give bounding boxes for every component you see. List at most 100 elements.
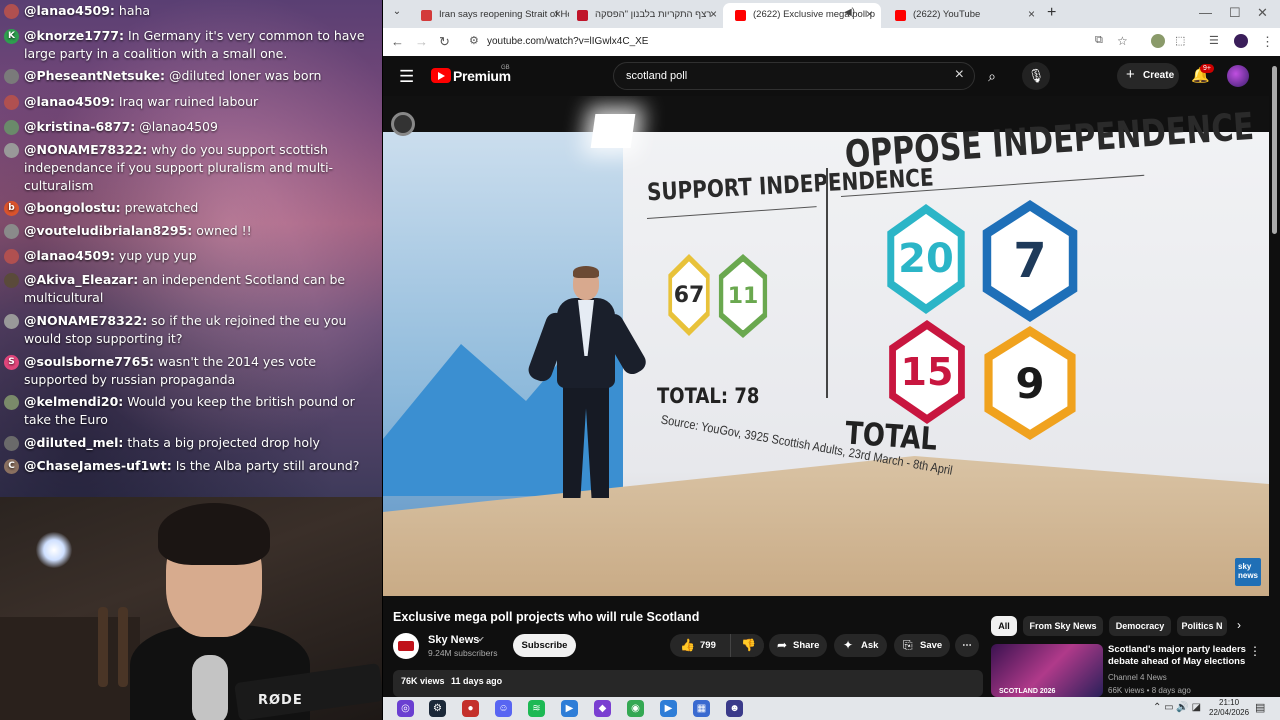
seat-count: 9 [992,336,1068,430]
tab-close-icon[interactable]: × [554,7,561,21]
forward-icon[interactable]: → [415,34,428,49]
tab-close-icon[interactable]: × [866,7,873,21]
recommended-video-thumbnail[interactable]: SCOTLAND 2026 [991,644,1103,697]
share-arrow-icon: ➦ [777,638,788,652]
chat-username: @knorze1777: [24,28,125,43]
chat-username: @ChaseJames-uf1wt: [24,458,172,473]
discord-icon[interactable]: ☺ [495,700,512,717]
tab-close-icon[interactable]: × [1028,7,1035,21]
chrome-icon[interactable]: ◉ [627,700,644,717]
chat-avatar [4,95,19,110]
spotify-icon[interactable]: ≋ [528,700,545,717]
video-player[interactable]: SUPPORT INDEPENDENCE OPPOSE INDEPENDENCE… [383,96,1269,596]
recommended-video-channel[interactable]: Channel 4 News [1108,673,1167,682]
chat-text: @diluted loner was born [168,68,322,83]
chat-username: @lanao4509: [24,3,115,18]
chat-username: @lanao4509: [24,94,115,109]
seat-count: 11 [723,261,763,331]
reload-icon[interactable]: ↻ [439,34,450,50]
voice-search-icon[interactable]: 🎙 [1022,62,1050,90]
chat-avatar [4,224,19,239]
tab-close-icon[interactable]: × [710,7,717,21]
chip-from-sky-news[interactable]: From Sky News [1023,616,1103,636]
speaker-icon[interactable]: ◀) [844,7,855,18]
seat-count: 15 [895,329,959,415]
chip-politics[interactable]: Politics N [1177,616,1227,636]
app-icon[interactable]: ▶ [660,700,677,717]
browser-window: ⌄ Iran says reopening Strait of Ho × רצף… [383,0,1280,697]
address-bar[interactable]: ⚙ youtube.com/watch?v=lIGwlx4C_XE [463,31,1143,53]
install-icon[interactable]: ⧉ [1095,34,1103,47]
youtube-favicon-icon [735,10,746,21]
clock[interactable]: 21:10 22/04/2026 [1209,698,1249,718]
chat-username: @Akiva_Eleazar: [24,272,139,287]
site-info-icon[interactable]: ⚙ [469,34,479,47]
studio-light [590,114,636,148]
extension-icon[interactable] [1151,34,1165,48]
news-favicon-icon [421,10,432,21]
recommended-video-title[interactable]: Scotland's major party leaders debate ah… [1108,644,1258,668]
chat-avatar: S [4,355,19,370]
save-button[interactable]: ⎘ Save [894,634,950,657]
account-avatar[interactable] [1227,65,1249,87]
video-description[interactable]: 76K views 11 days ago [393,670,983,697]
app-icon[interactable]: ◆ [594,700,611,717]
tab-hebrew-news[interactable]: רצף התקריות בלבנון "הפסקה × [565,3,725,28]
chat-text: haha [118,3,151,18]
calculator-icon[interactable]: ▦ [693,700,710,717]
plus-icon: + [1126,66,1135,83]
subscribe-button[interactable]: Subscribe [513,634,576,657]
region-code: GB [501,65,510,71]
chevron-right-icon[interactable]: › [1237,618,1241,632]
youtube-logo-icon[interactable] [431,68,451,83]
app-launcher-icon[interactable]: ◎ [397,700,414,717]
channel-avatar[interactable] [393,633,419,659]
obs-icon[interactable]: ● [462,700,479,717]
bookmark-star-icon[interactable]: ☆ [1117,34,1128,48]
search-box[interactable]: scotland poll × [613,62,975,90]
close-window-icon[interactable]: ✕ [1257,5,1268,21]
clear-search-icon[interactable]: × [955,66,964,84]
extensions-puzzle-icon[interactable]: ⬚ [1175,34,1185,47]
view-count: 76K views [401,676,445,686]
tab-search-icon[interactable]: ⌄ [389,6,405,22]
ask-label: Ask [861,640,879,651]
tab-youtube[interactable]: (2622) YouTube × [883,3,1043,28]
create-button[interactable]: + Create [1117,63,1179,89]
browser-menu-icon[interactable]: ⋮ [1261,34,1274,50]
app-icon[interactable]: ☻ [726,700,743,717]
search-icon[interactable]: ⌕ [975,62,1009,90]
chat-text: thats a big projected drop holy [127,435,320,450]
chat-message: @diluted_mel: thats a big projected drop… [4,434,378,452]
tab-news[interactable]: Iran says reopening Strait of Ho × [409,3,569,28]
thumbs-down-icon: 👎 [741,638,756,652]
profile-avatar[interactable] [1234,34,1248,48]
chat-message: C @ChaseJames-uf1wt: Is the Alba party st… [4,457,378,475]
dislike-button[interactable]: 👎 [730,634,764,657]
maximize-icon[interactable]: ☐ [1229,5,1241,21]
share-button[interactable]: ➦ Share [769,634,827,657]
tab-title: Iran says reopening Strait of Ho [439,9,569,20]
page-scrollbar[interactable] [1272,66,1277,234]
hamburger-menu-icon[interactable]: ☰ [399,67,414,87]
tab-strip: ⌄ Iran says reopening Strait of Ho × רצף… [383,0,1280,28]
minimize-icon[interactable]: — [1199,5,1212,20]
tab-youtube-video[interactable]: (2622) Exclusive mega poll p ◀) × [723,3,881,28]
system-tray[interactable]: ⌃ ▭ 🔊 ◪ [1153,702,1201,713]
new-tab-icon[interactable]: + [1047,4,1056,22]
chip-all[interactable]: All [991,616,1017,636]
chip-democracy[interactable]: Democracy [1109,616,1171,636]
chat-message: @vouteludibrialan8295: owned !! [4,222,378,240]
search-input[interactable]: scotland poll [626,70,687,82]
more-actions-icon[interactable]: ⋯ [955,634,979,657]
chat-message: @lanao4509: yup yup yup [4,247,378,265]
back-icon[interactable]: ← [391,34,404,49]
reading-list-icon[interactable]: ☰ [1209,34,1219,47]
notifications-icon[interactable]: ▤ [1255,701,1265,714]
steam-icon[interactable]: ⚙ [429,700,446,717]
desktop: @lanao4509: haha K @knorze1777: In Germany… [0,0,1280,720]
ask-button[interactable]: ✦ Ask [834,634,887,657]
app-icon[interactable]: ▶ [561,700,578,717]
channel-name[interactable]: Sky News [428,634,479,646]
recommended-more-icon[interactable]: ⋮ [1249,644,1261,658]
